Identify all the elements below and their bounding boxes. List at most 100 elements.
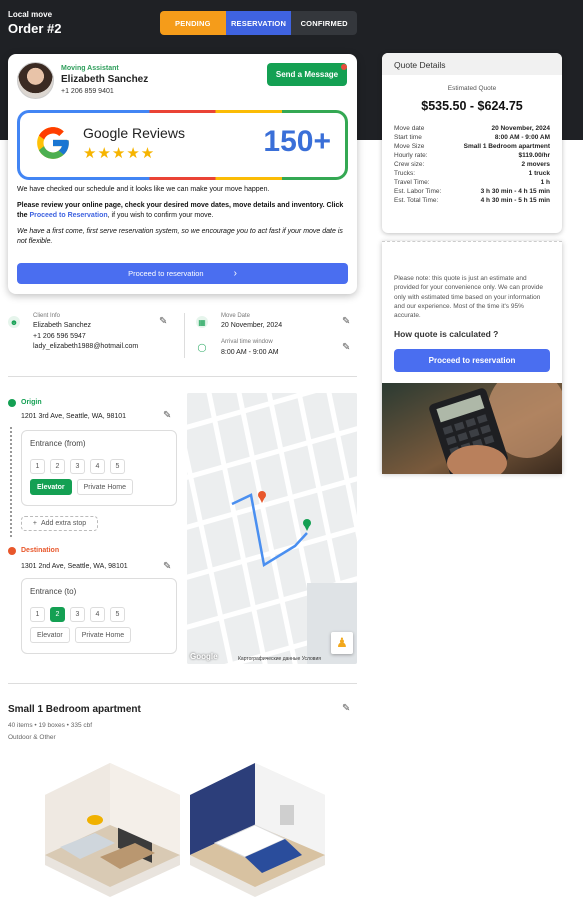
step-reservation: RESERVATION	[225, 11, 292, 35]
move-date-value: 20 November, 2024	[221, 322, 283, 329]
floor-option[interactable]: 3	[70, 607, 85, 622]
quote-header: Quote Details	[382, 53, 562, 75]
quote-row-move-date: Move date 20 November, 2024	[394, 125, 550, 132]
google-reviews-banner: Google Reviews ★★★★★ 150+	[17, 110, 348, 180]
private-home-option[interactable]: Private Home	[76, 479, 134, 495]
access-options-from: Elevator Private Home	[30, 479, 134, 495]
proceed-reservation-link[interactable]: Proceed to Reservation	[29, 212, 107, 219]
edit-origin-pencil-icon[interactable]: ✎	[163, 410, 171, 421]
apartment-title: Small 1 Bedroom apartment	[8, 704, 141, 715]
proceed-label: Proceed to reservation	[128, 269, 204, 278]
quote-row-total-time: Est. Total Time: 4 h 30 min - 5 h 15 min	[394, 197, 550, 204]
edit-client-pencil-icon[interactable]: ✎	[159, 316, 167, 327]
elevator-option[interactable]: Elevator	[30, 479, 72, 495]
client-name: Elizabeth Sanchez	[33, 322, 91, 329]
status-steps: PENDING RESERVATION CONFIRMED	[160, 11, 357, 35]
message-first-come: We have a first come, first serve reserv…	[17, 228, 343, 245]
user-icon: ☻	[8, 316, 20, 328]
destination-dot-icon	[8, 547, 16, 555]
floor-option[interactable]: 1	[30, 607, 45, 622]
proceed-reservation-button[interactable]: Proceed to reservation ›	[17, 263, 348, 284]
floor-option-selected[interactable]: 2	[50, 607, 65, 622]
moving-assistant-card: Moving Assistant Elizabeth Sanchez +1 20…	[8, 54, 357, 294]
street-view-pegman-icon[interactable]: ♟	[331, 632, 353, 654]
quote-row-start-time: Start time 8:00 AM - 9:00 AM	[394, 134, 550, 141]
google-map-logo: Google	[190, 652, 218, 661]
client-phone: +1 206 596 5947	[33, 333, 86, 340]
message-review: Please review your online page, check yo…	[17, 202, 344, 219]
chevron-right-icon: ›	[233, 268, 237, 279]
google-logo-icon	[37, 127, 69, 159]
info-divider	[184, 313, 185, 358]
edit-destination-pencil-icon[interactable]: ✎	[163, 561, 171, 572]
divider	[8, 683, 357, 684]
floor-selector-to: 1 2 3 4 5	[30, 607, 125, 622]
reviews-title: Google Reviews	[83, 125, 185, 141]
edit-inventory-pencil-icon[interactable]: ✎	[342, 703, 350, 714]
move-type-label: Local move	[8, 10, 53, 19]
entrance-to-box: Entrance (to) 1 2 3 4 5 Elevator Private…	[21, 578, 177, 654]
quote-disclaimer: Please note: this quote is just an estim…	[394, 275, 543, 320]
step-confirmed: CONFIRMED	[291, 11, 357, 35]
apartment-inventory-summary: 40 items • 19 boxes • 335 cbf	[8, 722, 93, 729]
order-title: Order #2	[8, 21, 62, 36]
quote-details-card: Quote Details Estimated Quote $535.50 - …	[382, 53, 562, 233]
origin-address: 1201 3rd Ave, Seattle, WA, 98101	[21, 413, 127, 420]
client-email: lady_elizabeth1988@hotmail.com	[33, 343, 139, 350]
floor-option[interactable]: 2	[50, 459, 65, 474]
map-attribution[interactable]: Картографические данные Условия	[238, 656, 321, 662]
quote-row-move-size: Move Size Small 1 Bedroom apartment	[394, 143, 550, 150]
send-message-button[interactable]: Send a Message	[267, 63, 347, 86]
arrival-window-label: Arrival time window	[221, 339, 273, 345]
assistant-name: Elizabeth Sanchez	[61, 74, 149, 85]
floor-option[interactable]: 4	[90, 607, 105, 622]
edit-window-pencil-icon[interactable]: ✎	[342, 342, 350, 353]
destination-address: 1301 2nd Ave, Seattle, WA, 98101	[21, 563, 128, 570]
avatar	[17, 62, 54, 99]
map-canvas	[187, 393, 357, 664]
quote-row-trucks: Trucks: 1 truck	[394, 170, 550, 177]
entrance-from-label: Entrance (from)	[30, 439, 86, 448]
star-rating-icon: ★★★★★	[83, 145, 156, 162]
room-illustrations	[45, 763, 325, 897]
route-map[interactable]	[187, 393, 357, 664]
plus-icon: +	[32, 520, 37, 527]
private-home-option[interactable]: Private Home	[74, 627, 132, 643]
floor-option[interactable]: 1	[30, 459, 45, 474]
access-options-to: Elevator Private Home	[30, 627, 132, 643]
floor-option[interactable]: 4	[90, 459, 105, 474]
origin-label: Origin	[21, 399, 42, 406]
floor-option[interactable]: 5	[110, 459, 125, 474]
quote-proceed-reservation-button[interactable]: Proceed to reservation	[394, 349, 550, 372]
calendar-icon: ▦	[196, 316, 208, 328]
add-extra-stop-button[interactable]: + Add extra stop	[21, 516, 98, 531]
floor-option[interactable]: 5	[110, 607, 125, 622]
assistant-phone: +1 206 859 9401	[61, 88, 114, 95]
quote-row-labor-time: Est. Labor Time: 3 h 30 min - 4 h 15 min	[394, 188, 550, 195]
origin-dot-icon	[8, 399, 16, 407]
arrival-window-value: 8:00 AM - 9:00 AM	[221, 349, 279, 356]
clock-icon: ◯	[196, 341, 208, 353]
floor-option[interactable]: 3	[70, 459, 85, 474]
elevator-option[interactable]: Elevator	[30, 627, 70, 643]
client-info-label: Client Info	[33, 313, 61, 319]
edit-date-pencil-icon[interactable]: ✎	[342, 316, 350, 327]
add-stop-label: Add extra stop	[40, 520, 87, 527]
apartment-extra-category: Outdoor & Other	[8, 734, 56, 741]
quote-row-crew-size: Crew size: 2 movers	[394, 161, 550, 168]
how-quote-calculated-title[interactable]: How quote is calculated ?	[394, 329, 498, 339]
quote-row-hourly-rate: Hourly rate: $119.00/hr	[394, 152, 550, 159]
assistant-label: Moving Assistant	[61, 65, 119, 72]
calculator-photo	[382, 383, 562, 474]
notification-dot	[341, 64, 347, 70]
move-date-label: Move Date	[221, 313, 251, 319]
route-dotted-line	[10, 427, 12, 537]
entrance-from-box: Entrance (from) 1 2 3 4 5 Elevator Priva…	[21, 430, 177, 506]
step-pending: PENDING	[160, 11, 226, 35]
entrance-to-label: Entrance (to)	[30, 587, 77, 596]
reviews-count: 150+	[263, 125, 331, 158]
message-schedule: We have checked our schedule and it look…	[17, 186, 270, 193]
estimated-quote-range: $535.50 - $624.75	[421, 99, 523, 113]
divider	[8, 376, 357, 377]
destination-label: Destination	[21, 547, 60, 554]
